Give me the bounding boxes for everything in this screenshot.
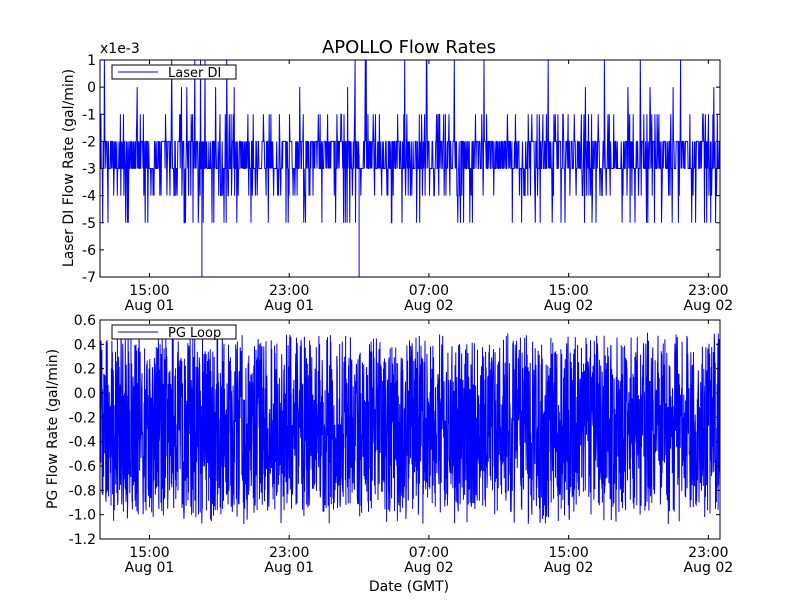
- y-tick-label: -4: [82, 189, 96, 205]
- x-tick-label-time: 23:00: [688, 545, 728, 561]
- y-tick-label: -6: [82, 243, 96, 259]
- x-tick-label-date: Aug 02: [544, 298, 594, 314]
- x-tick-label-time: 23:00: [688, 283, 728, 299]
- x-tick-label-date: Aug 02: [404, 298, 454, 314]
- y-tick-label: 1: [87, 53, 96, 69]
- y-tick-label: 0: [87, 80, 96, 96]
- x-tick-label-time: 15:00: [129, 545, 169, 561]
- y-tick-label: -5: [82, 216, 96, 232]
- figure: APOLLO Flow Rates 10-1-2-3-4-5-6-715:00A…: [45, 37, 733, 595]
- x-tick-label-time: 07:00: [409, 283, 449, 299]
- y-tick-label: 0.4: [74, 337, 96, 353]
- y-tick-label: 0.6: [74, 313, 96, 329]
- x-tick-label-date: Aug 01: [125, 298, 175, 314]
- y-tick-label: -0.2: [69, 410, 96, 426]
- chart-laser-di: 10-1-2-3-4-5-6-715:00Aug 0123:00Aug 0107…: [61, 41, 733, 314]
- figure-title: APOLLO Flow Rates: [322, 37, 496, 58]
- y-tick-label: -1: [82, 107, 96, 123]
- x-tick-label-time: 15:00: [129, 283, 169, 299]
- plot-area-pg-loop: 0.6 0.4 0.2 0.0 -0.2 -0.4 -0.6 -0.8 -1.0 -1.2 15:0…: [69, 313, 733, 576]
- legend: PG Loop: [111, 324, 237, 341]
- y-tick-label: -3: [82, 162, 96, 178]
- x-tick-label-time: 15:00: [548, 283, 588, 299]
- y-tick-label: 0.0: [74, 386, 96, 402]
- x-tick-label-time: 23:00: [269, 283, 309, 299]
- x-tick-label-date: Aug 01: [264, 560, 314, 576]
- y-tick-label: -0.8: [69, 483, 96, 499]
- y-tick-label: -0.6: [69, 459, 96, 475]
- y-axis-label-laser-di: Laser DI Flow Rate (gal/min): [61, 69, 77, 267]
- chart-pg-loop: 0.6 0.4 0.2 0.0 -0.2 -0.4 -0.6 -0.8 -1.0 -1.2 15:0…: [45, 313, 733, 595]
- legend-label: Laser DI: [168, 66, 221, 81]
- y-tick-label: -1.0: [69, 508, 96, 524]
- x-tick-label-date: Aug 02: [684, 560, 734, 576]
- x-axis-label: Date (GMT): [369, 579, 449, 595]
- x-tick-label-time: 15:00: [548, 545, 588, 561]
- offset-text: x1e-3: [100, 41, 140, 57]
- x-tick-label-date: Aug 02: [404, 560, 454, 576]
- y-tick-label: 0.2: [74, 362, 96, 378]
- x-tick-label-date: Aug 01: [125, 560, 175, 576]
- x-tick-label-date: Aug 02: [684, 298, 734, 314]
- x-tick-label-time: 23:00: [269, 545, 309, 561]
- y-tick-label: -2: [82, 134, 96, 150]
- y-tick-label: -0.4: [69, 435, 96, 451]
- y-axis-label-pg-loop: PG Flow Rate (gal/min): [45, 349, 61, 509]
- y-tick-label: -1.2: [69, 532, 96, 548]
- legend-label: PG Loop: [168, 326, 221, 341]
- legend: Laser DI: [111, 64, 237, 81]
- x-tick-label-time: 07:00: [409, 545, 449, 561]
- y-tick-label: -7: [82, 270, 96, 286]
- plot-area-laser-di: 10-1-2-3-4-5-6-715:00Aug 0123:00Aug 0107…: [82, 53, 733, 314]
- x-tick-label-date: Aug 01: [264, 298, 314, 314]
- x-tick-label-date: Aug 02: [544, 560, 594, 576]
